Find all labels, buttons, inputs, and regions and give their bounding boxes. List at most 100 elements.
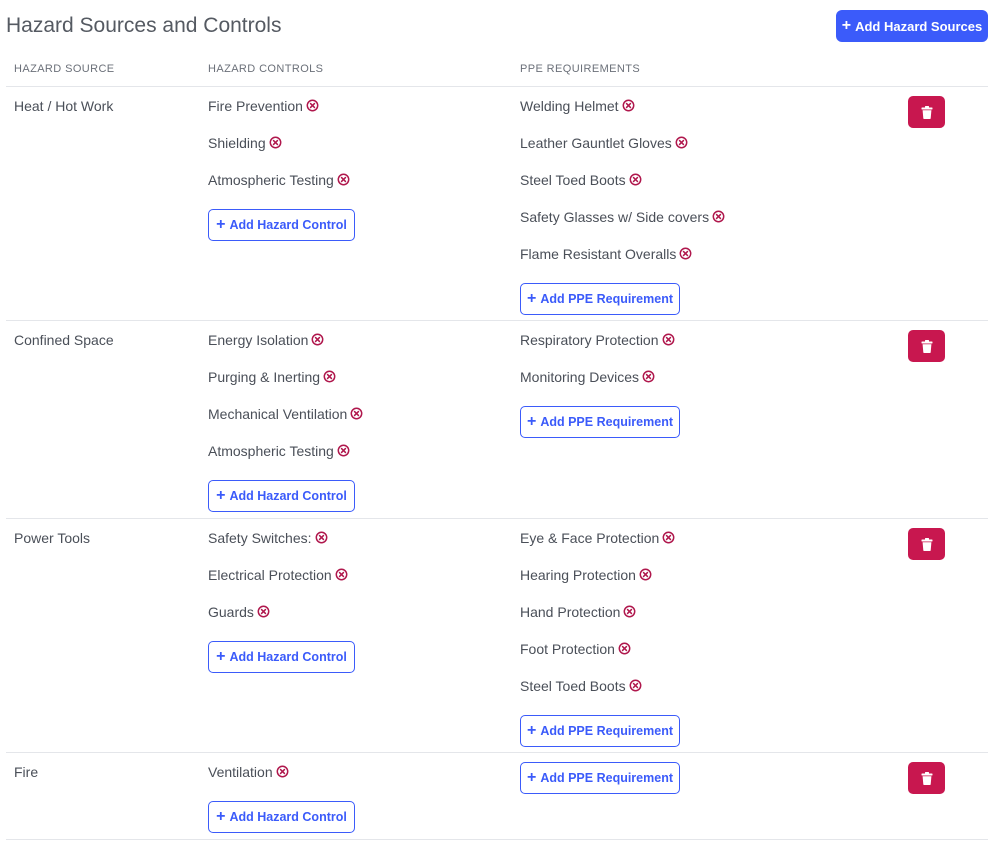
hazard-control-item: Mechanical Ventilation	[208, 405, 363, 442]
plus-icon: +	[526, 413, 537, 430]
ppe-requirements-list: Welding Helmet Leather Gauntlet Gloves S…	[520, 97, 725, 282]
ppe-requirement-item: Foot Protection	[520, 640, 680, 677]
hazard-control-item: Ventilation	[208, 763, 355, 800]
ppe-requirement-label: Steel Toed Boots	[520, 172, 626, 188]
remove-circle-x-icon[interactable]	[623, 605, 636, 618]
add-hazard-control-button[interactable]: + Add Hazard Control	[208, 209, 355, 241]
hazard-controls-list: Ventilation	[208, 763, 355, 800]
hazard-row: Fire Ventilation + Add Hazard Control + …	[6, 753, 988, 840]
add-ppe-requirement-label: Add PPE Requirement	[540, 771, 673, 785]
remove-circle-x-icon[interactable]	[618, 642, 631, 655]
trash-icon	[921, 105, 933, 119]
plus-icon: +	[526, 290, 537, 307]
page-title: Hazard Sources and Controls	[6, 14, 282, 37]
ppe-requirements-cell: + Add PPE Requirement	[520, 762, 680, 794]
remove-circle-x-icon[interactable]	[315, 531, 328, 544]
remove-circle-x-icon[interactable]	[679, 247, 692, 260]
column-header-ppe-requirements: PPE REQUIREMENTS	[520, 63, 641, 75]
ppe-requirements-cell: Eye & Face Protection Hearing Protection…	[520, 529, 680, 747]
hazard-row: Heat / Hot Work Fire Prevention Shieldin…	[6, 87, 988, 321]
add-hazard-sources-button[interactable]: + Add Hazard Sources	[836, 10, 988, 42]
hazard-control-label: Safety Switches:	[208, 530, 312, 546]
add-hazard-control-button[interactable]: + Add Hazard Control	[208, 801, 355, 833]
add-ppe-requirement-button[interactable]: + Add PPE Requirement	[520, 762, 680, 794]
hazard-control-item: Fire Prevention	[208, 97, 355, 134]
hazard-control-item: Purging & Inerting	[208, 368, 363, 405]
ppe-requirement-item: Eye & Face Protection	[520, 529, 680, 566]
ppe-requirement-item: Steel Toed Boots	[520, 677, 680, 714]
delete-hazard-button[interactable]	[908, 96, 945, 128]
remove-circle-x-icon[interactable]	[629, 173, 642, 186]
plus-icon: +	[216, 808, 226, 825]
remove-circle-x-icon[interactable]	[306, 99, 319, 112]
hazard-control-label: Guards	[208, 604, 254, 620]
ppe-requirement-item: Safety Glasses w/ Side covers	[520, 208, 725, 245]
plus-icon: +	[216, 216, 226, 233]
hazard-row: Power Tools Safety Switches: Electrical …	[6, 519, 988, 753]
add-hazard-control-button[interactable]: + Add Hazard Control	[208, 480, 355, 512]
remove-circle-x-icon[interactable]	[269, 136, 282, 149]
ppe-requirement-label: Hearing Protection	[520, 567, 636, 583]
remove-circle-x-icon[interactable]	[629, 679, 642, 692]
delete-hazard-button[interactable]	[908, 528, 945, 560]
plus-icon: +	[841, 17, 852, 34]
hazard-source-label: Power Tools	[14, 530, 91, 546]
remove-circle-x-icon[interactable]	[639, 568, 652, 581]
add-ppe-requirement-label: Add PPE Requirement	[540, 292, 673, 306]
remove-circle-x-icon[interactable]	[675, 136, 688, 149]
remove-circle-x-icon[interactable]	[622, 99, 635, 112]
hazard-source-label: Fire	[14, 764, 39, 780]
remove-circle-x-icon[interactable]	[257, 605, 270, 618]
trash-icon	[921, 771, 933, 785]
remove-circle-x-icon[interactable]	[276, 765, 289, 778]
ppe-requirement-item: Steel Toed Boots	[520, 171, 725, 208]
ppe-requirements-list: Respiratory Protection Monitoring Device…	[520, 331, 680, 405]
hazard-control-label: Fire Prevention	[208, 98, 303, 114]
add-hazard-sources-label: Add Hazard Sources	[855, 18, 983, 34]
delete-hazard-button[interactable]	[908, 762, 945, 794]
remove-circle-x-icon[interactable]	[662, 333, 675, 346]
ppe-requirement-item: Hand Protection	[520, 603, 680, 640]
ppe-requirement-label: Respiratory Protection	[520, 332, 659, 348]
remove-circle-x-icon[interactable]	[337, 173, 350, 186]
add-hazard-control-button[interactable]: + Add Hazard Control	[208, 641, 355, 673]
hazard-control-label: Shielding	[208, 135, 266, 151]
remove-circle-x-icon[interactable]	[335, 568, 348, 581]
column-header-hazard-source: HAZARD SOURCE	[14, 63, 115, 75]
ppe-requirement-label: Monitoring Devices	[520, 369, 640, 385]
hazard-controls-cell: Ventilation + Add Hazard Control	[208, 763, 355, 833]
hazard-controls-cell: Safety Switches: Electrical Protection G…	[208, 529, 355, 673]
plus-icon: +	[216, 648, 226, 665]
ppe-requirement-label: Flame Resistant Overalls	[520, 246, 677, 262]
hazard-control-item: Guards	[208, 603, 355, 640]
hazard-control-label: Atmospheric Testing	[208, 443, 334, 459]
remove-circle-x-icon[interactable]	[337, 444, 350, 457]
ppe-requirement-item: Respiratory Protection	[520, 331, 680, 368]
add-ppe-requirement-button[interactable]: + Add PPE Requirement	[520, 715, 680, 747]
remove-circle-x-icon[interactable]	[642, 370, 655, 383]
remove-circle-x-icon[interactable]	[323, 370, 336, 383]
ppe-requirements-list: Eye & Face Protection Hearing Protection…	[520, 529, 680, 714]
hazard-control-label: Energy Isolation	[208, 332, 309, 348]
ppe-requirement-label: Steel Toed Boots	[520, 678, 626, 694]
ppe-requirements-cell: Welding Helmet Leather Gauntlet Gloves S…	[520, 97, 725, 315]
hazard-control-label: Ventilation	[208, 764, 273, 780]
hazard-row: Confined Space Energy Isolation Purging …	[6, 321, 988, 519]
add-ppe-requirement-button[interactable]: + Add PPE Requirement	[520, 283, 680, 315]
remove-circle-x-icon[interactable]	[712, 210, 725, 223]
hazard-control-item: Atmospheric Testing	[208, 171, 355, 208]
trash-icon	[921, 339, 933, 353]
remove-circle-x-icon[interactable]	[662, 531, 675, 544]
add-ppe-requirement-button[interactable]: + Add PPE Requirement	[520, 406, 680, 438]
remove-circle-x-icon[interactable]	[350, 407, 363, 420]
hazard-control-item: Safety Switches:	[208, 529, 355, 566]
ppe-requirement-label: Safety Glasses w/ Side covers	[520, 209, 710, 225]
hazard-control-label: Atmospheric Testing	[208, 172, 334, 188]
remove-circle-x-icon[interactable]	[311, 333, 324, 346]
hazard-controls-list: Energy Isolation Purging & Inerting Mech…	[208, 331, 363, 479]
hazard-control-label: Mechanical Ventilation	[208, 406, 348, 422]
plus-icon: +	[216, 487, 226, 504]
ppe-requirement-item: Welding Helmet	[520, 97, 725, 134]
delete-hazard-button[interactable]	[908, 330, 945, 362]
hazard-source-label: Confined Space	[14, 332, 114, 348]
